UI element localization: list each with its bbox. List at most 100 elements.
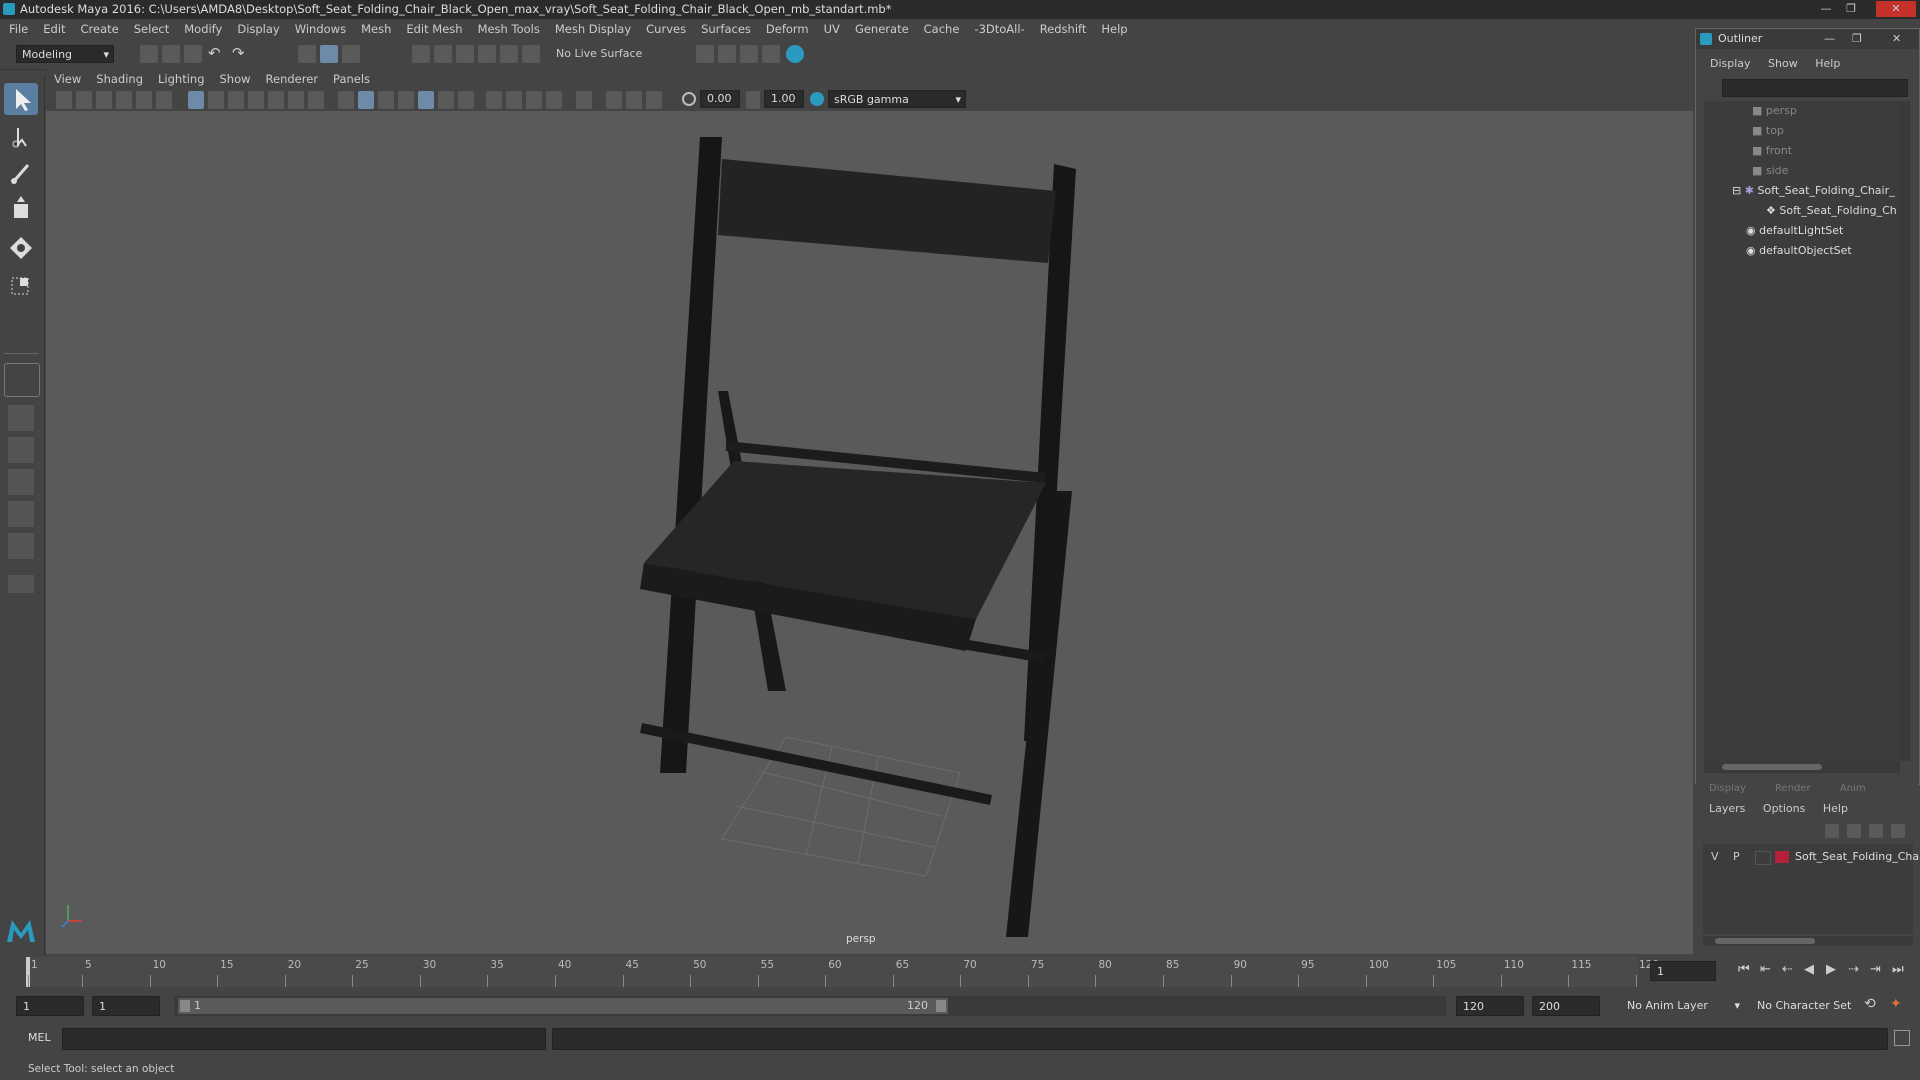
current-frame-field[interactable]: 1 [1650, 961, 1716, 981]
outliner-minimize-icon[interactable]: — [1824, 29, 1835, 49]
outliner-maximize-icon[interactable]: ❐ [1852, 29, 1862, 49]
menu-create[interactable]: Create [81, 22, 119, 36]
xray-icon[interactable] [546, 91, 562, 109]
layer-visibility-toggle[interactable]: V [1711, 848, 1719, 866]
menu-mesh-tools[interactable]: Mesh Tools [478, 22, 540, 36]
menu-redshift[interactable]: Redshift [1040, 22, 1087, 36]
select-tool-icon[interactable] [4, 83, 38, 115]
layer-color-swatch[interactable] [1775, 851, 1789, 863]
wireframe-icon[interactable] [338, 91, 354, 109]
menu-deform[interactable]: Deform [766, 22, 809, 36]
playback-start-field[interactable]: 1 [92, 996, 160, 1016]
layer-menu-help[interactable]: Help [1823, 802, 1848, 815]
animation-start-field[interactable]: 1 [16, 996, 84, 1016]
new-scene-icon[interactable] [140, 45, 158, 63]
layer-horizontal-scrollbar[interactable] [1703, 936, 1913, 946]
color-space-selector[interactable]: sRGB gamma ▾ [828, 90, 966, 108]
isolate-select-icon[interactable] [576, 91, 592, 109]
shadows-icon[interactable] [398, 91, 414, 109]
snap-to-grid-icon[interactable] [412, 45, 430, 63]
motion-blur-icon[interactable] [486, 91, 502, 109]
resolution-gate-icon[interactable] [228, 91, 244, 109]
safe-action-icon[interactable] [288, 91, 304, 109]
layer-row[interactable]: V P Soft_Seat_Folding_Cha [1703, 848, 1919, 866]
time-slider[interactable]: 1 5 10 15 20 25 30 35 40 45 50 55 60 65 70 75 80 85 90 95 10… [0, 955, 1716, 989]
rotate-tool-icon[interactable] [4, 231, 38, 263]
step-back-key-icon[interactable]: ⇤ [1760, 962, 1771, 977]
menu-display[interactable]: Display [237, 22, 279, 36]
render-view-icon[interactable] [718, 45, 736, 63]
go-to-end-icon[interactable]: ⏭ [1892, 962, 1904, 977]
render-current-frame-icon[interactable] [740, 45, 758, 63]
collapse-icon[interactable]: ⊟ [1732, 184, 1745, 197]
maximize-button[interactable]: ❐ [1840, 1, 1862, 17]
use-all-lights-icon[interactable] [438, 91, 454, 109]
menu-windows[interactable]: Windows [295, 22, 346, 36]
layer-type-toggle[interactable] [1755, 851, 1771, 865]
xray-active-components-icon[interactable] [626, 91, 642, 109]
image-plane-icon[interactable] [116, 91, 132, 109]
outliner-item-default-light-set[interactable]: ◉ defaultLightSet [1704, 221, 1920, 241]
3d-viewport[interactable]: persp [46, 111, 1693, 954]
menu-mesh[interactable]: Mesh [361, 22, 391, 36]
menu-file[interactable]: File [9, 22, 28, 36]
outliner-menu-help[interactable]: Help [1815, 57, 1840, 70]
undo-icon[interactable]: ↶ [208, 44, 221, 62]
play-forwards-icon[interactable]: ▶ [1826, 962, 1836, 977]
viewport-menu-show[interactable]: Show [220, 72, 251, 86]
menu-surfaces[interactable]: Surfaces [701, 22, 751, 36]
menu-generate[interactable]: Generate [855, 22, 909, 36]
save-scene-icon[interactable] [184, 45, 202, 63]
gamma-field[interactable]: 1.00 [764, 90, 804, 108]
outliner-horizontal-scrollbar[interactable] [1704, 761, 1900, 773]
single-perspective-layout-icon[interactable] [8, 405, 34, 431]
range-slider-track[interactable]: 1 120 [174, 996, 1446, 1016]
camera-icon[interactable] [56, 91, 72, 109]
ambient-occlusion-icon[interactable] [458, 91, 474, 109]
menu-uv[interactable]: UV [824, 22, 840, 36]
step-back-frame-icon[interactable]: ⇠ [1782, 962, 1793, 977]
menu-cache[interactable]: Cache [924, 22, 960, 36]
character-set-selector[interactable]: No Character Set [1752, 997, 1860, 1015]
viewport-menu-renderer[interactable]: Renderer [266, 72, 319, 86]
four-view-layout-icon[interactable] [8, 437, 34, 463]
range-slider-bar[interactable]: 1 120 [178, 998, 948, 1014]
tab-anim[interactable]: Anim [1840, 784, 1866, 794]
hypershade-layout-icon[interactable] [8, 533, 34, 559]
script-editor-icon[interactable] [1894, 1030, 1910, 1046]
create-layer-from-selected-icon[interactable] [1891, 824, 1905, 838]
command-language-label[interactable]: MEL [28, 1031, 51, 1044]
anim-layer-selector[interactable]: No Anim Layer ▾ [1622, 997, 1742, 1015]
grease-pencil-icon[interactable] [156, 91, 172, 109]
textured-icon[interactable] [418, 91, 434, 109]
make-live-icon[interactable] [522, 45, 540, 63]
snap-to-curve-icon[interactable] [434, 45, 452, 63]
field-chart-icon[interactable] [268, 91, 284, 109]
safe-title-icon[interactable] [308, 91, 324, 109]
grid-icon[interactable] [188, 91, 204, 109]
outliner-menu-display[interactable]: Display [1710, 57, 1751, 70]
move-layer-up-icon[interactable] [1825, 824, 1839, 838]
smooth-shade-icon[interactable] [358, 91, 374, 109]
outliner-item-top[interactable]: ■ top [1704, 121, 1920, 141]
exposure-field[interactable]: 0.00 [700, 90, 740, 108]
outliner-item-persp[interactable]: ■ persp [1704, 101, 1920, 121]
snap-to-view-plane-icon[interactable] [478, 45, 496, 63]
snap-to-surface-icon[interactable] [500, 45, 518, 63]
menu-select[interactable]: Select [134, 22, 169, 36]
outliner-vertical-scrollbar[interactable] [1900, 101, 1910, 761]
viewport-menu-lighting[interactable]: Lighting [158, 72, 204, 86]
maya-home-icon[interactable] [4, 915, 38, 945]
outliner-item-chair-mesh[interactable]: ❖ Soft_Seat_Folding_Ch [1704, 201, 1920, 221]
redo-icon[interactable]: ↷ [232, 44, 245, 62]
scrollbar-thumb[interactable] [1715, 938, 1815, 944]
mode-selector[interactable]: Modeling ▾ [16, 45, 114, 63]
snap-to-point-icon[interactable] [456, 45, 474, 63]
outliner-item-default-object-set[interactable]: ◉ defaultObjectSet [1704, 241, 1920, 261]
color-management-icon[interactable] [810, 92, 824, 106]
outliner-layout-icon[interactable] [8, 469, 34, 495]
go-to-start-icon[interactable]: ⏮ [1738, 962, 1750, 977]
paint-select-tool-icon[interactable] [4, 157, 38, 189]
layer-playback-toggle[interactable]: P [1733, 848, 1740, 866]
minimize-button[interactable]: — [1815, 1, 1837, 17]
